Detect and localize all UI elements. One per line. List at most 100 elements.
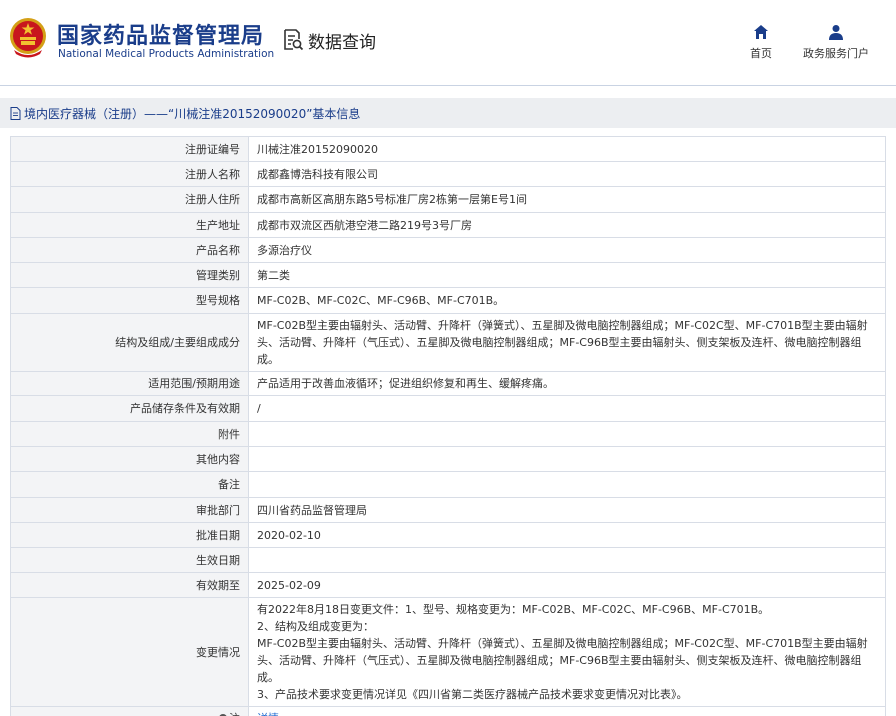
table-row: 注册人名称 成都鑫博浩科技有限公司	[10, 161, 886, 187]
field-label-text: 注册证编号	[185, 142, 240, 156]
field-label-text: 批准日期	[196, 528, 240, 542]
field-label-text: 生产地址	[196, 218, 240, 232]
field-label: 批准日期	[10, 522, 249, 548]
field-label-text: 备注	[218, 478, 240, 491]
field-value: 详情	[248, 706, 886, 716]
nav-home[interactable]: 首页	[744, 24, 778, 61]
site-header: 国家药品监督管理局 National Medical Products Admi…	[0, 0, 896, 86]
field-value: 产品适用于改善血液循环；促进组织修复和再生、缓解疼痛。	[248, 371, 886, 396]
field-value: 四川省药品监督管理局	[248, 497, 886, 523]
field-value-text: 3、产品技术要求变更情况详见《四川省第二类医疗器械产品技术要求变更情况对比表》。	[257, 688, 688, 701]
table-row: 变更情况 有2022年8月18日变更文件：1、型号、规格变更为：MF-C02B、M…	[10, 597, 886, 707]
field-value-text: 成都市双流区西航港空港二路219号3号厂房	[257, 218, 472, 232]
field-value: 川械注准20152090020	[248, 136, 886, 162]
field-label-text: 变更情况	[196, 645, 240, 659]
field-label: 备注	[10, 471, 249, 498]
field-label: 生效日期	[10, 547, 249, 573]
field-value-text: MF-C02B型主要由辐射头、活动臂、升降杆（弹簧式）、五星脚及微电脑控制器组成…	[257, 319, 868, 366]
org-name-en: National Medical Products Administration	[58, 48, 275, 60]
table-row: 注 详情	[10, 706, 886, 716]
table-row: 适用范围/预期用途 产品适用于改善血液循环；促进组织修复和再生、缓解疼痛。	[10, 371, 886, 396]
field-value	[248, 421, 886, 447]
data-query-icon	[284, 29, 304, 51]
field-label: 其他内容	[10, 446, 249, 472]
nav-service-portal[interactable]: 政务服务门户	[800, 24, 872, 61]
field-value: MF-C02B、MF-C02C、MF-C96B、MF-C701B。	[248, 287, 886, 314]
field-value-text: 成都市高新区高朋东路5号标准厂房2栋第一层第E号1间	[257, 193, 527, 206]
table-row: 生效日期	[10, 547, 886, 573]
breadcrumb: 境内医疗器械（注册）——“川械注准20152090020”基本信息	[0, 98, 896, 128]
table-row: 审批部门 四川省药品监督管理局	[10, 497, 886, 523]
field-value-text: 四川省药品监督管理局	[257, 503, 367, 517]
field-label-text: 型号规格	[196, 294, 240, 307]
field-value	[248, 547, 886, 573]
field-value-text: 第二类	[257, 268, 290, 282]
field-label-text: 管理类别	[196, 268, 240, 282]
field-label: 变更情况	[10, 597, 249, 707]
field-label-text: 结构及组成/主要组成成分	[115, 336, 240, 349]
field-value-text: 2025-02-09	[257, 578, 321, 592]
field-value	[248, 471, 886, 498]
field-label: 生产地址	[10, 212, 249, 238]
field-label-text: 生效日期	[196, 553, 240, 567]
field-value-text: /	[257, 402, 261, 415]
field-value: 成都市高新区高朋东路5号标准厂房2栋第一层第E号1间	[248, 186, 886, 213]
field-value-text: MF-C02B型主要由辐射头、活动臂、升降杆（弹簧式）、五星脚及微电脑控制器组成…	[257, 637, 868, 684]
field-label: 结构及组成/主要组成成分	[10, 313, 249, 372]
table-row: 批准日期 2020-02-10	[10, 522, 886, 548]
nav-service-label: 政务服务门户	[803, 47, 869, 60]
field-label: 有效期至	[10, 572, 249, 598]
field-label: 注册人住所	[10, 186, 249, 213]
field-label-text: 有效期至	[196, 578, 240, 592]
field-label-text: 适用范围/预期用途	[148, 377, 240, 390]
detail-link[interactable]: 详情	[257, 710, 877, 716]
table-row: 产品储存条件及有效期 /	[10, 395, 886, 422]
field-value	[248, 446, 886, 472]
table-row: 型号规格 MF-C02B、MF-C02C、MF-C96B、MF-C701B。	[10, 287, 886, 314]
field-label-text: 审批部门	[196, 503, 240, 517]
field-label-text: 产品名称	[196, 243, 240, 257]
field-label: 注册人名称	[10, 161, 249, 187]
field-value: 多源治疗仪	[248, 237, 886, 263]
field-label: 型号规格	[10, 287, 249, 314]
table-row: 有效期至 2025-02-09	[10, 572, 886, 598]
table-row: 注册人住所 成都市高新区高朋东路5号标准厂房2栋第一层第E号1间	[10, 186, 886, 213]
table-row: 产品名称 多源治疗仪	[10, 237, 886, 263]
field-label: 管理类别	[10, 262, 249, 288]
field-value-text: 川械注准20152090020	[257, 142, 378, 156]
registration-info-table: 注册证编号 川械注准20152090020 注册人名称 成都鑫博浩科技有限公司注册人住…	[10, 136, 886, 716]
field-label: 注	[10, 706, 249, 716]
field-label: 适用范围/预期用途	[10, 371, 249, 396]
data-query-title: 数据查询	[282, 26, 376, 54]
table-row: 附件	[10, 421, 886, 447]
field-label: 产品储存条件及有效期	[10, 395, 249, 422]
table-row: 结构及组成/主要组成成分 MF-C02B型主要由辐射头、活动臂、升降杆（弹簧式）、…	[10, 313, 886, 372]
table-row: 备注	[10, 471, 886, 498]
field-value-text: 产品适用于改善血液循环；促进组织修复和再生、缓解疼痛。	[257, 377, 554, 390]
field-value-text: 2、结构及组成变更为：	[257, 620, 374, 633]
field-value-text: 有2022年8月18日变更文件：1、型号、规格变更为：MF-C02B、MF-C0…	[257, 603, 770, 616]
field-value: MF-C02B型主要由辐射头、活动臂、升降杆（弹簧式）、五星脚及微电脑控制器组成…	[248, 313, 886, 372]
field-value-text: 多源治疗仪	[257, 243, 312, 257]
field-label-text: 产品储存条件及有效期	[130, 402, 240, 415]
national-emblem-icon	[10, 18, 46, 58]
org-name-cn: 国家药品监督管理局	[57, 24, 265, 49]
field-label-text: 其他内容	[196, 452, 240, 466]
breadcrumb-text: 境内医疗器械（注册）——“川械注准20152090020”基本信息	[24, 106, 361, 121]
field-value: /	[248, 395, 886, 422]
home-icon	[754, 25, 768, 39]
field-value-text: 成都鑫博浩科技有限公司	[257, 167, 378, 181]
field-label-text: 附件	[218, 427, 240, 441]
document-icon	[10, 106, 21, 120]
field-value: 有2022年8月18日变更文件：1、型号、规格变更为：MF-C02B、MF-C0…	[248, 597, 886, 707]
field-value: 第二类	[248, 262, 886, 288]
field-label-text: 注册人名称	[185, 167, 240, 181]
table-row: 管理类别 第二类	[10, 262, 886, 288]
nav-home-label: 首页	[750, 47, 772, 60]
field-value-text: 2020-02-10	[257, 528, 321, 542]
user-icon	[829, 25, 843, 40]
field-label-text: 注册人住所	[185, 193, 240, 206]
field-label: 产品名称	[10, 237, 249, 263]
field-value-text: MF-C02B、MF-C02C、MF-C96B、MF-C701B。	[257, 294, 505, 307]
field-value: 2025-02-09	[248, 572, 886, 598]
